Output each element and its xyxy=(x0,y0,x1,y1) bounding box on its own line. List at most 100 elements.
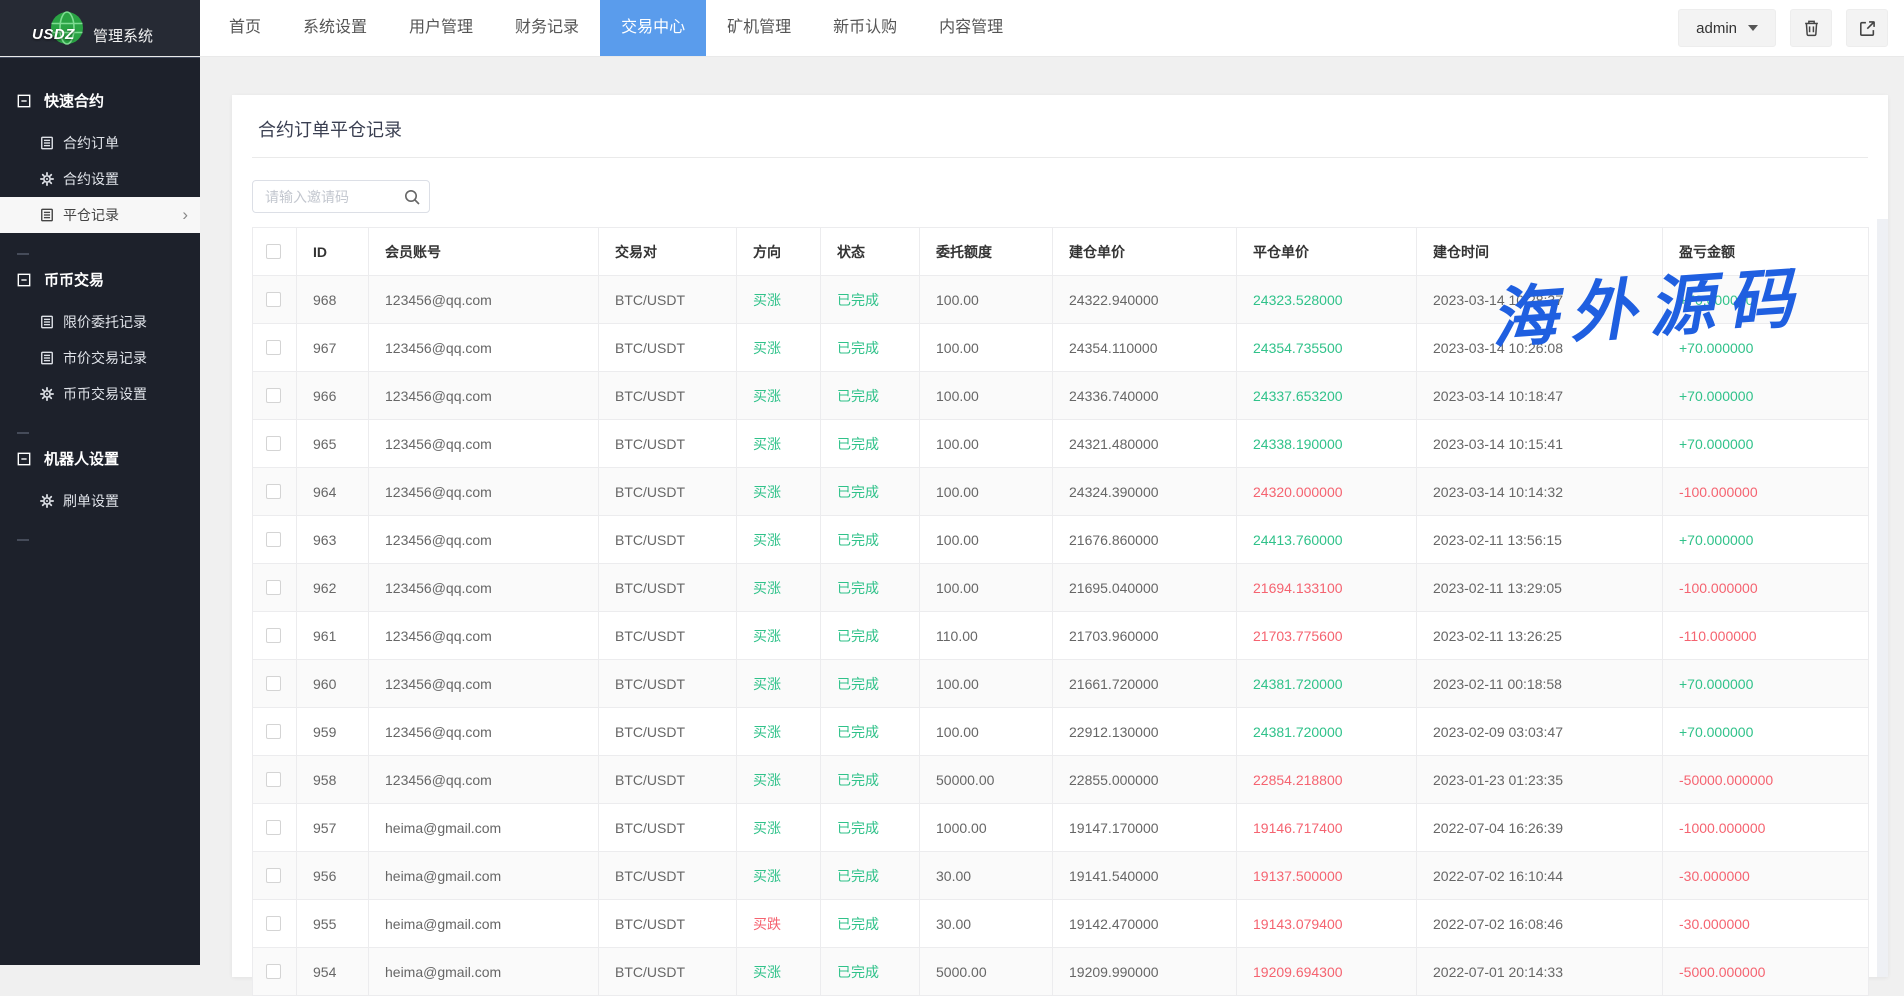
cell-status: 已完成 xyxy=(821,804,920,852)
trash-button[interactable] xyxy=(1790,9,1832,47)
cell-id: 967 xyxy=(297,324,369,372)
sidebar-item-label: 限价委托记录 xyxy=(63,312,147,332)
row-checkbox[interactable] xyxy=(266,820,281,835)
nav-tab-8[interactable]: 内容管理 xyxy=(918,0,1024,56)
sidebar-item[interactable]: 刷单设置 xyxy=(0,483,200,519)
row-checkbox[interactable] xyxy=(266,484,281,499)
user-menu-button[interactable]: admin xyxy=(1678,9,1776,47)
row-checkbox[interactable] xyxy=(266,868,281,883)
cell-open-price: 24322.940000 xyxy=(1053,276,1237,324)
cell-open-time: 2023-02-11 00:18:58 xyxy=(1417,660,1663,708)
square-minus-icon xyxy=(17,94,31,108)
cell-direction: 买涨 xyxy=(737,276,821,324)
cell-pair: BTC/USDT xyxy=(599,564,737,612)
checkbox-cell xyxy=(253,660,297,708)
records-table: ID会员账号交易对方向状态委托额度建仓单价平仓单价建仓时间盈亏金额9681234… xyxy=(252,227,1869,996)
row-checkbox[interactable] xyxy=(266,340,281,355)
nav-tab-6[interactable]: 矿机管理 xyxy=(706,0,812,56)
checkbox-cell xyxy=(253,276,297,324)
cell-status: 已完成 xyxy=(821,948,920,996)
cell-profit: +70.000000 xyxy=(1663,708,1869,756)
cell-open-price: 21703.960000 xyxy=(1053,612,1237,660)
caret-down-icon xyxy=(1748,25,1758,31)
cell-pair: BTC/USDT xyxy=(599,852,737,900)
cell-direction: 买涨 xyxy=(737,420,821,468)
cell-amount: 30.00 xyxy=(920,852,1053,900)
cell-close-price: 21703.775600 xyxy=(1237,612,1417,660)
row-checkbox[interactable] xyxy=(266,388,281,403)
nav-tab-3[interactable]: 用户管理 xyxy=(388,0,494,56)
cell-open-price: 24324.390000 xyxy=(1053,468,1237,516)
row-checkbox[interactable] xyxy=(266,964,281,979)
cell-direction: 买涨 xyxy=(737,612,821,660)
nav-tab-4[interactable]: 财务记录 xyxy=(494,0,600,56)
cell-amount: 5000.00 xyxy=(920,948,1053,996)
table-row: 963123456@qq.comBTC/USDT买涨已完成100.0021676… xyxy=(253,516,1869,564)
checkbox-cell xyxy=(253,372,297,420)
gear-icon xyxy=(40,387,54,401)
cell-id: 957 xyxy=(297,804,369,852)
checkbox-cell xyxy=(253,948,297,996)
nav-tab-5[interactable]: 交易中心 xyxy=(600,0,706,56)
cell-open-price: 19147.170000 xyxy=(1053,804,1237,852)
sidebar-item-label: 合约订单 xyxy=(63,133,119,153)
cell-status: 已完成 xyxy=(821,852,920,900)
cell-direction: 买涨 xyxy=(737,564,821,612)
table-row: 954heima@gmail.comBTC/USDT买涨已完成5000.0019… xyxy=(253,948,1869,996)
cell-account: 123456@qq.com xyxy=(369,564,599,612)
sidebar-section-title[interactable]: 币币交易 xyxy=(0,255,200,304)
row-checkbox[interactable] xyxy=(266,580,281,595)
row-checkbox[interactable] xyxy=(266,724,281,739)
search-icon[interactable] xyxy=(403,188,421,206)
cell-account: heima@gmail.com xyxy=(369,852,599,900)
row-checkbox[interactable] xyxy=(266,772,281,787)
square-minus-icon xyxy=(17,273,31,287)
nav-tab-7[interactable]: 新币认购 xyxy=(812,0,918,56)
cell-pair: BTC/USDT xyxy=(599,708,737,756)
table-scrollbar[interactable] xyxy=(1877,219,1888,977)
chevron-right-icon: › xyxy=(182,205,188,225)
checkbox-cell xyxy=(253,756,297,804)
row-checkbox[interactable] xyxy=(266,292,281,307)
nav-tab-2[interactable]: 系统设置 xyxy=(282,0,388,56)
sidebar-item[interactable]: 市价交易记录 xyxy=(0,340,200,376)
cell-open-time: 2023-03-14 10:28:37 xyxy=(1417,276,1663,324)
sidebar-item[interactable]: 合约设置 xyxy=(0,161,200,197)
app-logo: USDZ 管理系统 xyxy=(0,0,200,56)
cell-close-price: 19209.694300 xyxy=(1237,948,1417,996)
table-row: 965123456@qq.comBTC/USDT买涨已完成100.0024321… xyxy=(253,420,1869,468)
sidebar-section-title[interactable]: 快速合约 xyxy=(0,76,200,125)
sidebar-item[interactable]: 合约订单 xyxy=(0,125,200,161)
cell-status: 已完成 xyxy=(821,612,920,660)
row-checkbox[interactable] xyxy=(266,676,281,691)
cell-open-time: 2023-03-14 10:26:08 xyxy=(1417,324,1663,372)
select-all-checkbox[interactable] xyxy=(266,244,281,259)
cell-open-price: 24321.480000 xyxy=(1053,420,1237,468)
list-icon xyxy=(40,351,54,365)
cell-profit: +70.000000 xyxy=(1663,420,1869,468)
column-header: ID xyxy=(297,228,369,276)
cell-direction: 买涨 xyxy=(737,372,821,420)
cell-open-time: 2023-02-09 03:03:47 xyxy=(1417,708,1663,756)
cell-amount: 100.00 xyxy=(920,276,1053,324)
cell-open-time: 2022-07-01 20:14:33 xyxy=(1417,948,1663,996)
checkbox-cell xyxy=(253,468,297,516)
sidebar-item[interactable]: 限价委托记录 xyxy=(0,304,200,340)
row-checkbox[interactable] xyxy=(266,436,281,451)
checkbox-cell xyxy=(253,708,297,756)
exit-button[interactable] xyxy=(1846,9,1888,47)
sidebar-item[interactable]: 平仓记录› xyxy=(0,197,200,233)
sidebar-item[interactable]: 币币交易设置 xyxy=(0,376,200,412)
sidebar-section-title[interactable]: 机器人设置 xyxy=(0,434,200,483)
row-checkbox[interactable] xyxy=(266,532,281,547)
row-checkbox[interactable] xyxy=(266,628,281,643)
row-checkbox[interactable] xyxy=(266,916,281,931)
cell-id: 961 xyxy=(297,612,369,660)
column-header: 委托额度 xyxy=(920,228,1053,276)
checkbox-cell xyxy=(253,852,297,900)
nav-tab-1[interactable]: 首页 xyxy=(208,0,282,56)
cell-account: 123456@qq.com xyxy=(369,276,599,324)
cell-status: 已完成 xyxy=(821,900,920,948)
cell-id: 962 xyxy=(297,564,369,612)
cell-close-price: 24323.528000 xyxy=(1237,276,1417,324)
